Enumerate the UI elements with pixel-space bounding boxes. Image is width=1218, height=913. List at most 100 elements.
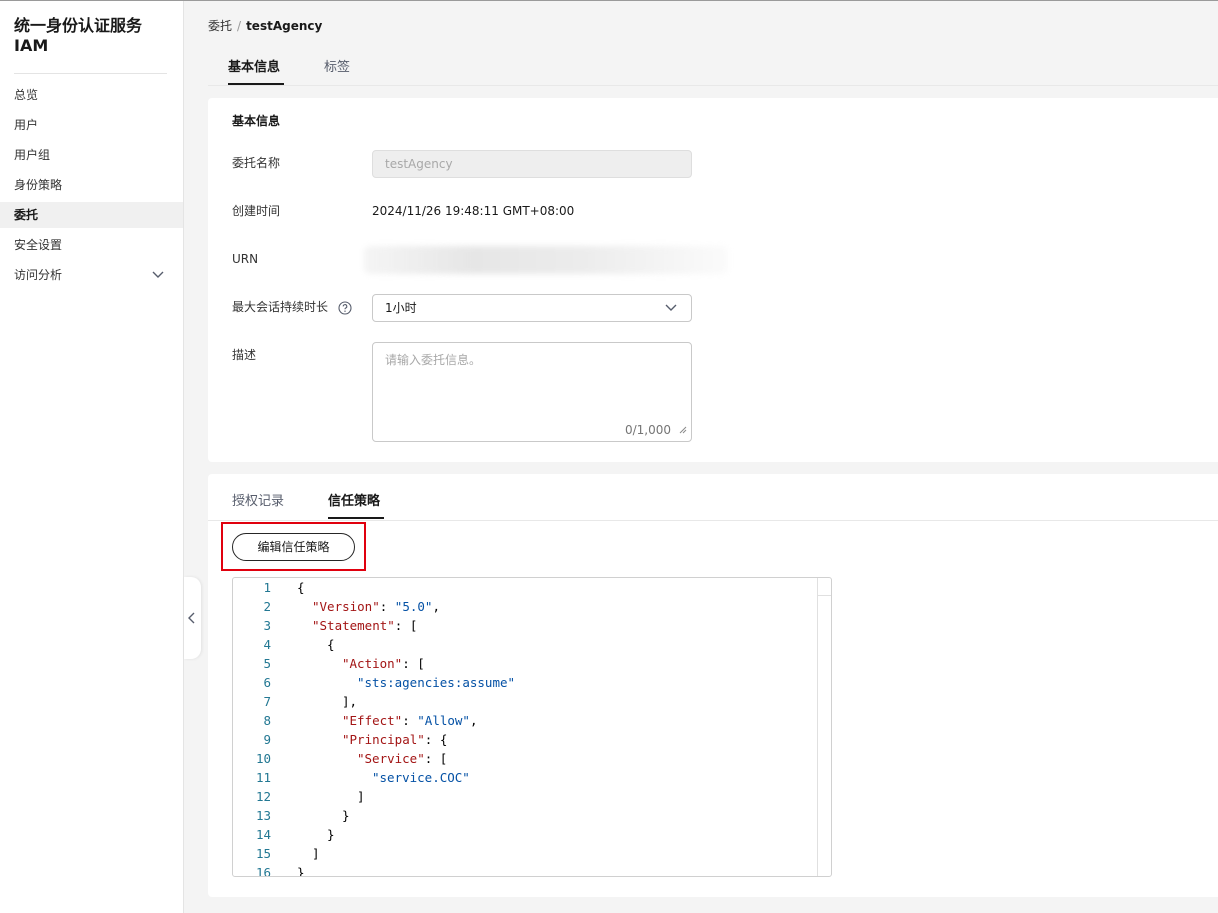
line-number: 11 bbox=[255, 770, 271, 785]
code-line[interactable]: 3 "Statement": [ bbox=[233, 616, 813, 635]
json-punctuation: ] bbox=[357, 789, 365, 804]
service-title-line1: 统一身份认证服务 bbox=[14, 16, 143, 35]
json-punctuation: ], bbox=[342, 694, 358, 709]
code-line[interactable]: 4{ bbox=[233, 635, 813, 654]
tabs-divider bbox=[208, 520, 1218, 521]
code-line[interactable]: 9 "Principal": { bbox=[233, 730, 813, 749]
code-text: "Principal": { bbox=[342, 730, 447, 749]
breadcrumb-current: testAgency bbox=[246, 19, 323, 33]
tab-trust-policy[interactable]: 信任策略 bbox=[328, 492, 380, 512]
trust-policy-code-editor[interactable]: 1{2 "Version": "5.0", 3 "Statement": [4{5 "A… bbox=[232, 577, 832, 877]
sidebar-item-user-groups[interactable]: 用户组 bbox=[0, 142, 183, 168]
line-number: 8 bbox=[263, 713, 271, 728]
description-textarea[interactable]: 请输入委托信息。 0/1,000 bbox=[372, 342, 692, 442]
code-line[interactable]: 7], bbox=[233, 692, 813, 711]
json-punctuation: { bbox=[327, 637, 335, 652]
code-line[interactable]: 6 "sts:agencies:assume" bbox=[233, 673, 813, 692]
sidebar-item-identity-policies[interactable]: 身份策略 bbox=[0, 172, 183, 198]
help-icon[interactable] bbox=[338, 301, 352, 315]
sidebar-item-agencies[interactable]: 委托 bbox=[0, 202, 183, 228]
section-title: 基本信息 bbox=[232, 114, 281, 128]
json-punctuation: : bbox=[379, 599, 395, 614]
line-number: 13 bbox=[255, 808, 271, 823]
code-text: "Effect": "Allow", bbox=[342, 711, 478, 730]
urn-value-redacted bbox=[364, 246, 728, 274]
tab-tags[interactable]: 标签 bbox=[324, 58, 350, 78]
code-line[interactable]: 12] bbox=[233, 787, 813, 806]
sidebar-item-label: 用户 bbox=[14, 118, 39, 132]
active-tab-indicator bbox=[328, 517, 384, 519]
json-key: "Service" bbox=[357, 751, 425, 766]
max-session-duration-label: 最大会话持续时长 bbox=[232, 300, 329, 314]
code-line[interactable]: 1{ bbox=[233, 578, 813, 597]
code-text: ] bbox=[357, 787, 365, 806]
json-key: "Effect" bbox=[342, 713, 403, 728]
tab-basic-info[interactable]: 基本信息 bbox=[228, 58, 280, 78]
json-punctuation: , bbox=[432, 599, 440, 614]
code-text: { bbox=[327, 635, 335, 654]
sidebar-collapse-handle[interactable] bbox=[184, 577, 201, 659]
line-number: 7 bbox=[263, 694, 271, 709]
sidebar-item-overview[interactable]: 总览 bbox=[0, 82, 183, 108]
line-number: 16 bbox=[255, 865, 271, 877]
agency-name-label: 委托名称 bbox=[232, 156, 281, 170]
description-placeholder: 请输入委托信息。 bbox=[385, 353, 482, 367]
json-punctuation: } bbox=[327, 827, 335, 842]
breadcrumb: 委托 / testAgency bbox=[208, 17, 322, 35]
sidebar-item-label: 安全设置 bbox=[14, 238, 63, 252]
code-text: "Service": [ bbox=[357, 749, 447, 768]
code-line[interactable]: 16} bbox=[233, 863, 813, 877]
json-punctuation: : [ bbox=[402, 656, 425, 671]
sidebar-item-label: 访问分析 bbox=[14, 268, 63, 282]
code-line[interactable]: 5 "Action": [ bbox=[233, 654, 813, 673]
breadcrumb-separator: / bbox=[237, 19, 242, 33]
code-text: "Action": [ bbox=[342, 654, 425, 673]
session-duration-value: 1小时 bbox=[385, 301, 417, 315]
edit-trust-policy-button[interactable]: 编辑信任策略 bbox=[232, 533, 355, 561]
code-text: "Statement": [ bbox=[312, 616, 417, 635]
json-key: "Statement" bbox=[312, 618, 395, 633]
code-line[interactable]: 2 "Version": "5.0", bbox=[233, 597, 813, 616]
json-punctuation: : [ bbox=[394, 618, 418, 633]
code-line[interactable]: 8 "Effect": "Allow", bbox=[233, 711, 813, 730]
tabs-divider bbox=[208, 85, 1218, 86]
basic-info-panel: 基本信息 委托名称 testAgency 创建时间 2024/11/26 19:… bbox=[208, 98, 1218, 462]
json-string: "Allow" bbox=[417, 713, 470, 728]
code-text: } bbox=[342, 806, 350, 825]
breadcrumb-agencies-link[interactable]: 委托 bbox=[208, 19, 232, 33]
code-line[interactable]: 14} bbox=[233, 825, 813, 844]
code-line[interactable]: 11 "service.COC" bbox=[233, 768, 813, 787]
resize-handle-icon[interactable] bbox=[679, 423, 687, 437]
json-punctuation: , bbox=[469, 713, 478, 728]
json-string: "service.COC" bbox=[372, 770, 470, 785]
sidebar: 统一身份认证服务 IAM 总览 用户 用户组 身份策略 委托 安全设置 访问分析 bbox=[0, 1, 184, 913]
code-line[interactable]: 13} bbox=[233, 806, 813, 825]
sidebar-divider bbox=[14, 73, 167, 74]
chevron-left-icon bbox=[188, 612, 195, 624]
session-duration-select[interactable]: 1小时 bbox=[372, 294, 692, 322]
json-punctuation: : [ bbox=[424, 751, 448, 766]
description-char-count: 0/1,000 bbox=[624, 423, 671, 437]
sidebar-item-label: 委托 bbox=[14, 208, 39, 222]
tab-authorization-records[interactable]: 授权记录 bbox=[232, 492, 284, 512]
json-key: "Action" bbox=[342, 656, 403, 671]
json-punctuation: { bbox=[297, 580, 305, 595]
sidebar-item-access-analysis[interactable]: 访问分析 bbox=[0, 262, 183, 288]
code-text: } bbox=[297, 863, 305, 876]
code-text: "sts:agencies:assume" bbox=[357, 673, 515, 692]
line-number: 2 bbox=[263, 599, 271, 614]
code-text: "Version": "5.0", bbox=[312, 597, 440, 616]
sidebar-item-users[interactable]: 用户 bbox=[0, 112, 183, 138]
sidebar-item-label: 身份策略 bbox=[14, 178, 63, 192]
editor-scrollbar-track[interactable] bbox=[817, 578, 818, 876]
sidebar-item-security-settings[interactable]: 安全设置 bbox=[0, 232, 183, 258]
code-line[interactable]: 15] bbox=[233, 844, 813, 863]
urn-label: URN bbox=[232, 252, 259, 266]
line-number: 3 bbox=[263, 618, 271, 633]
description-label: 描述 bbox=[232, 348, 257, 362]
line-number: 4 bbox=[263, 637, 271, 652]
code-text: ] bbox=[312, 844, 320, 863]
json-punctuation: ] bbox=[312, 846, 320, 861]
code-line[interactable]: 10 "Service": [ bbox=[233, 749, 813, 768]
chevron-down-icon bbox=[151, 262, 165, 288]
